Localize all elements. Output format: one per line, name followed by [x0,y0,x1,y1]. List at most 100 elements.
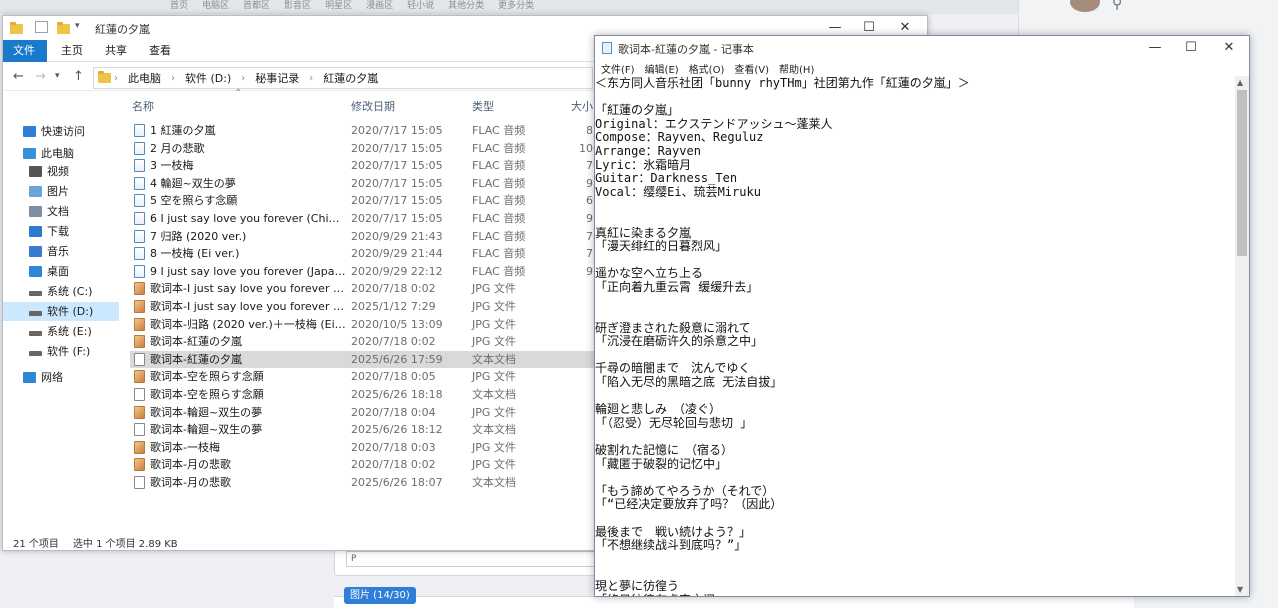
file-name: 歌词本-輪廻~双生の夢 [150,423,263,437]
file-name: 歌词本-月の悲歌 [150,476,231,489]
file-date: 2025/6/26 18:12 [351,423,443,437]
file-date: 2020/7/17 15:05 [351,212,443,225]
sidebar-item[interactable]: 软件 (F:) [3,342,119,361]
sidebar-item-label: 文档 [47,205,69,218]
file-row[interactable]: 歌词本-紅蓮の夕嵐 2025/6/26 17:59 文本文档 [130,350,600,368]
minimize-icon[interactable]: — [1141,39,1169,57]
file-row[interactable]: 歌词本-I just say love you forever (Ja... 20… [130,298,600,315]
sidebar-item-label: 快速访问 [41,125,85,138]
background-text-field[interactable]: P [346,551,596,567]
scroll-down-icon[interactable]: ▼ [1237,585,1243,594]
close-icon[interactable]: ✕ [1215,39,1243,57]
file-row[interactable]: 3 一枝梅 2020/7/17 15:05 FLAC 音频 76 [130,157,600,174]
file-row[interactable]: 2 月の悲歌 2020/7/17 15:05 FLAC 音频 106 [130,140,600,157]
tab-home[interactable]: 主页 [51,40,93,62]
file-row[interactable]: 歌词本-輪廻~双生の夢2020/7/18 0:04JPG 文件1 [130,404,600,421]
file-row[interactable]: 9 I just say love you forever (Japanes..… [130,263,600,280]
background-tab[interactable]: 影音区 [284,0,311,14]
file-row[interactable]: 歌词本-月の悲歌 2025/6/26 18:07 文本文档 [130,474,600,491]
notepad-text-area[interactable]: ＜东方同人音乐社团「bunny rhyTHm」社团第九作「紅蓮の夕嵐」＞ 「紅蓮の… [595,76,1235,596]
sidebar-item[interactable]: 文档 [3,202,119,221]
sidebar-item[interactable]: 下载 [3,222,119,241]
tab-share[interactable]: 共享 [95,40,137,62]
file-row[interactable]: 6 I just say love you forever (Chinese..… [130,210,600,227]
background-tab[interactable]: 明星区 [325,0,352,14]
sidebar-item[interactable]: 视频 [3,162,119,181]
text-line [595,348,1235,362]
column-header-date[interactable]: 修改日期 [351,98,395,114]
breadcrumb-item[interactable]: 紅蓮の夕嵐 [323,70,378,86]
vertical-scrollbar[interactable]: ▲ ▼ [1235,76,1249,596]
file-row[interactable]: 歌词本-空を照らす念願 2025/6/26 18:18 文本文档 [130,386,600,403]
maximize-icon[interactable]: ☐ [1177,39,1205,57]
scrollbar-thumb[interactable] [1237,90,1247,256]
file-row[interactable]: 8 一枝梅 (Ei ver.) 2020/9/29 21:44 FLAC 音频 77 [130,245,600,262]
tab-view[interactable]: 查看 [139,40,181,62]
recent-dropdown-icon[interactable]: ▾ [55,71,60,81]
text-line: 「“已经决定要放弃了吗？（因此） [595,497,783,512]
menu-file[interactable]: 文件(F) [601,61,635,77]
sidebar-item[interactable]: 快速访问 [3,122,119,141]
column-header-name[interactable]: 名称 [132,98,154,114]
column-header-size[interactable]: 大小 [571,98,593,114]
menu-edit[interactable]: 编辑(E) [645,61,679,77]
drive-icon [29,311,42,316]
image-file-icon [134,335,145,349]
file-type: JPG 文件 [472,335,516,349]
file-row[interactable]: 歌词本-空を照らす念願 2020/7/18 0:05 JPG 文件 [130,368,600,385]
file-row[interactable]: 歌词本-归路 (2020 ver.)＋一枝梅 (Ei ver.) 2020/10/… [130,316,600,333]
sidebar-item[interactable]: 软件 (D:) [3,302,119,321]
sidebar-item[interactable]: 网络 [3,368,119,387]
address-bar[interactable]: › 此电脑 › 软件 (D:) › 秘事记录 › 紅蓮の夕嵐 [93,67,593,89]
search-icon[interactable]: ⚲ [1112,0,1128,12]
breadcrumb-item[interactable]: 秘事记录 [255,70,299,86]
background-tab[interactable]: 轻小说 [407,0,434,14]
file-date: 2020/7/17 15:05 [351,124,443,137]
file-type: 文本文档 [472,423,516,437]
file-row[interactable]: 歌词本-I just say love you forever (Chi... 2… [130,280,600,297]
sidebar-item[interactable]: 音乐 [3,242,119,261]
new-folder-icon[interactable] [57,22,70,34]
file-name: 3 一枝梅 [150,159,194,173]
scroll-up-icon[interactable]: ▲ [1237,78,1243,87]
text-line [595,511,1235,525]
sidebar-item[interactable]: 系统 (C:) [3,282,119,301]
menu-help[interactable]: 帮助(H) [779,61,814,77]
file-row[interactable]: 5 空を照らす念願 2020/7/17 15:05 FLAC 音频 69 [130,192,600,209]
sidebar-item[interactable]: 桌面 [3,262,119,281]
file-row[interactable]: 歌词本-月の悲歌2020/7/18 0:02JPG 文件1 [130,456,600,473]
file-row[interactable]: 歌词本-輪廻~双生の夢 2025/6/26 18:12 文本文档 [130,421,600,438]
audio-file-icon [134,159,145,173]
background-tab[interactable]: 漫画区 [366,0,393,14]
up-icon[interactable]: ↑ [73,69,84,84]
text-line: 「紅蓮の夕嵐」 [595,103,680,118]
file-date: 2020/10/5 13:09 [351,317,443,331]
properties-icon[interactable] [35,21,48,33]
column-header-type[interactable]: 类型 [472,98,494,114]
background-tab[interactable]: 首都区 [243,0,270,14]
breadcrumb-item[interactable]: 此电脑 [128,70,161,86]
forward-icon[interactable]: → [35,69,46,84]
text-file-icon [134,423,145,437]
sidebar-item[interactable]: 图片 [3,182,119,201]
background-tab[interactable]: 首页 [170,0,188,14]
text-line [595,198,1235,212]
file-row[interactable]: 歌词本-紅蓮の夕嵐2020/7/18 0:02JPG 文件2 [130,333,600,350]
status-bar: 21 个项目 选中 1 个项目 2.89 KB [13,535,178,550]
tab-file[interactable]: 文件 [3,40,47,62]
back-icon[interactable]: ← [13,69,24,84]
file-row[interactable]: 歌词本-一枝梅2020/7/18 0:03JPG 文件1 [130,439,600,456]
sidebar-item[interactable]: 系统 (E:) [3,322,119,341]
sidebar-item[interactable]: 此电脑 [3,144,119,163]
menu-view[interactable]: 查看(V) [734,61,769,77]
file-row[interactable]: 1 紅蓮の夕嵐 2020/7/17 15:05 FLAC 音频 87 [130,122,600,139]
background-tab[interactable]: 更多分类 [498,0,534,14]
menu-format[interactable]: 格式(O) [689,61,725,77]
background-tab[interactable]: 电脑区 [202,0,229,14]
file-row[interactable]: 4 輪廻~双生の夢 2020/7/17 15:05 FLAC 音频 98 [130,175,600,192]
breadcrumb-item[interactable]: 软件 (D:) [185,70,231,86]
file-row[interactable]: 7 归路 (2020 ver.) 2020/9/29 21:43 FLAC 音频 78 [130,228,600,245]
image-count-chip[interactable]: 图片 (14/30) [344,587,416,604]
quick-access-dropdown-icon[interactable]: ▾ [75,21,80,31]
background-tab[interactable]: 其他分类 [448,0,484,14]
